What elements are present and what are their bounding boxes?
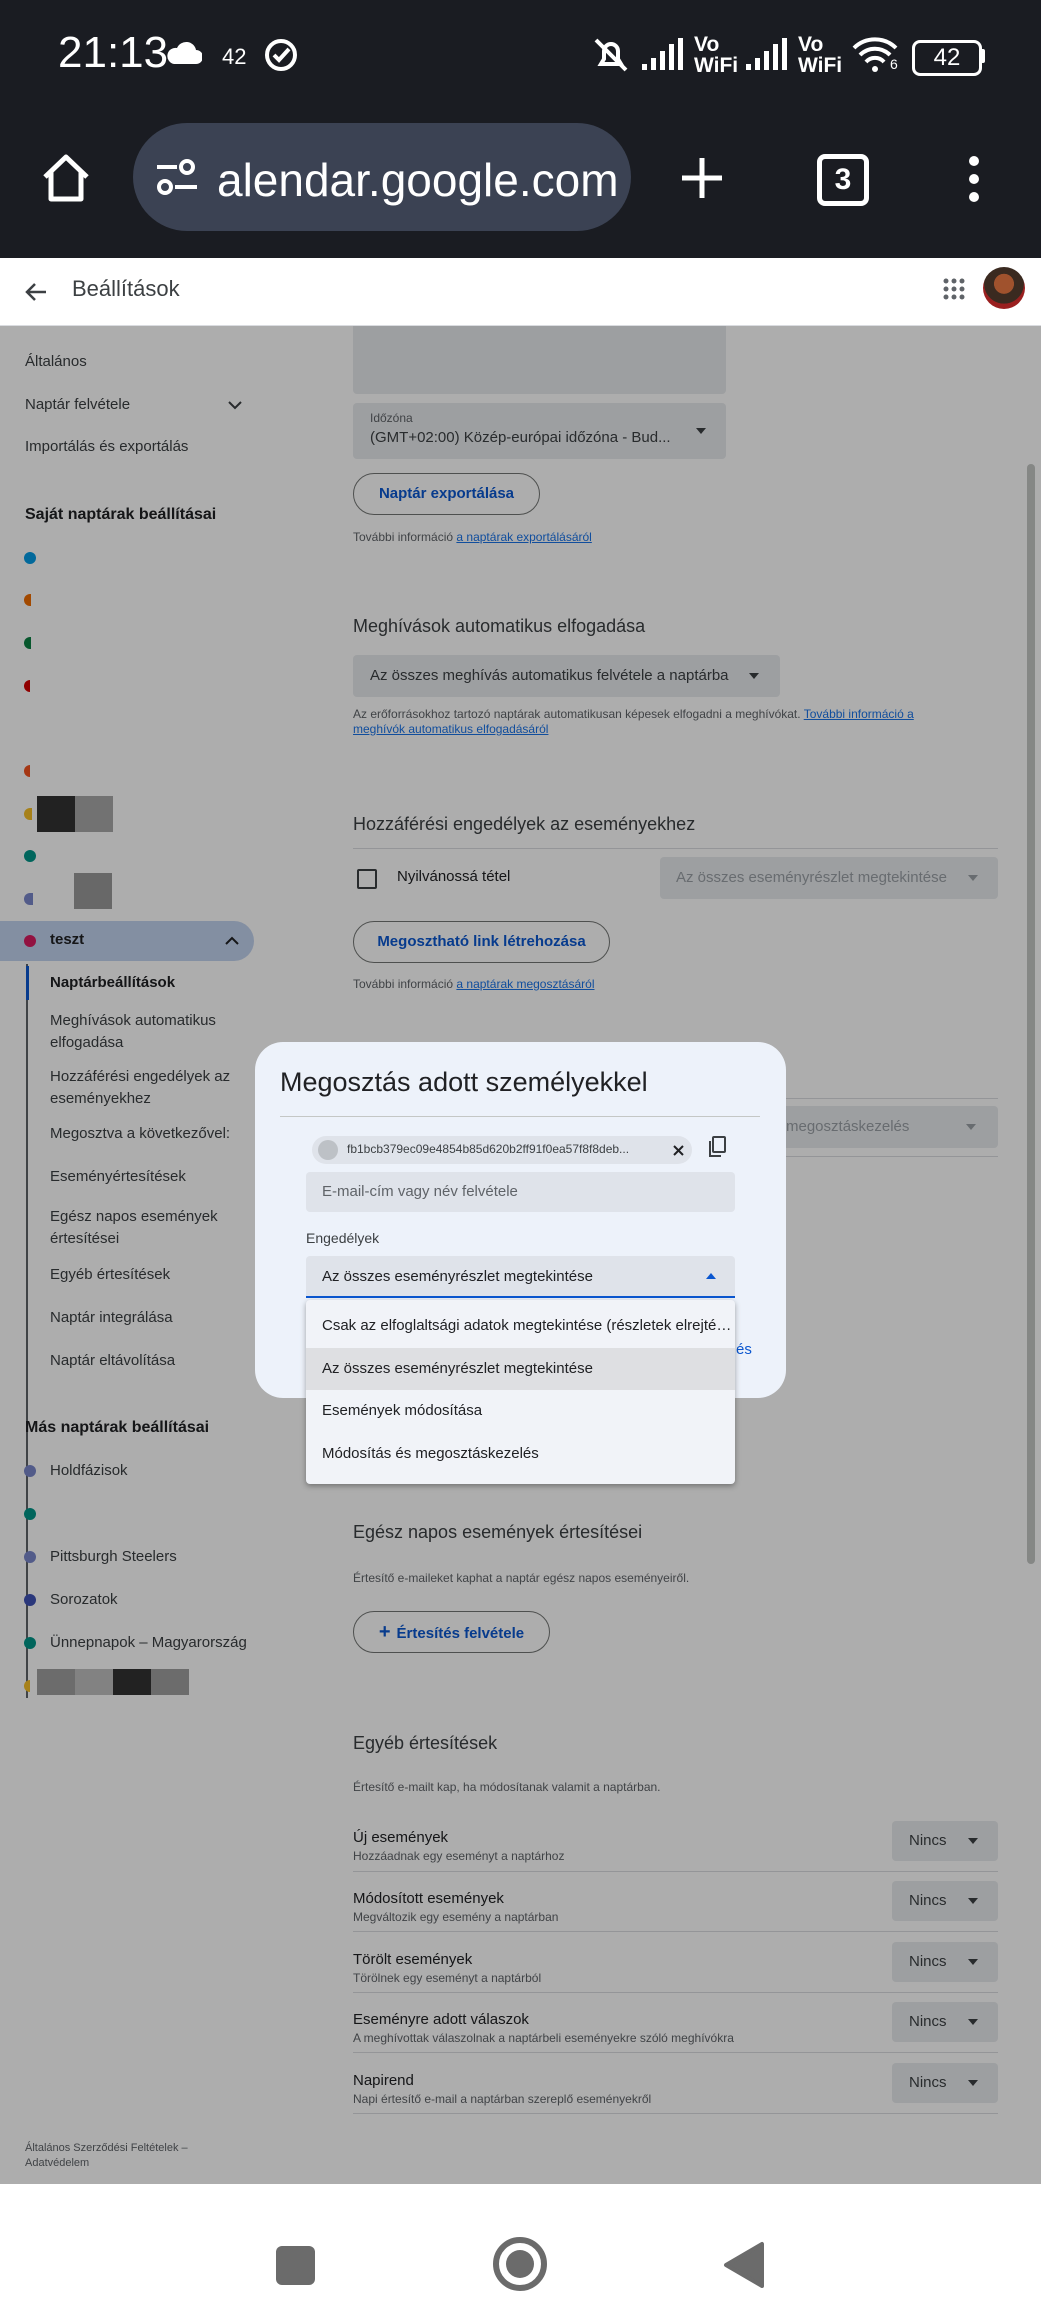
page-title: Beállítások [72, 276, 180, 301]
recipient-chip[interactable]: fb1bcb379ec09e4854b85d620b2ff91f0ea57f8f… [312, 1136, 692, 1164]
menu-option-free-busy[interactable]: Csak az elfoglaltsági adatok megtekintés… [306, 1305, 735, 1347]
check-circle-icon [265, 39, 297, 71]
apps-grid-icon[interactable] [943, 278, 965, 300]
cloud-icon [167, 41, 202, 64]
battery-indicator: 42 [912, 40, 982, 76]
menu-option-manage-sharing[interactable]: Módosítás és megosztáskezelés [306, 1433, 735, 1475]
permissions-select[interactable]: Az összes eseményrészlet megtekintése [306, 1256, 735, 1298]
person-icon [318, 1140, 338, 1160]
copy-icon[interactable] [708, 1136, 726, 1158]
avatar[interactable] [983, 267, 1025, 309]
permissions-value: Az összes eseményrészlet megtekintése [322, 1268, 593, 1285]
dropdown-arrow-up-icon [706, 1273, 716, 1279]
vowifi-label: Vo WiFi [694, 33, 739, 77]
app-header: Beállítások [0, 258, 1041, 326]
site-settings-icon[interactable] [155, 157, 199, 197]
add-person-input[interactable]: E-mail-cím vagy név felvétele [306, 1172, 735, 1212]
signal-icon [746, 38, 787, 70]
wifi-number: 6 [890, 56, 898, 72]
battery-level: 42 [933, 44, 961, 71]
bell-off-icon [594, 38, 628, 72]
new-tab-icon[interactable] [678, 154, 726, 202]
vowifi-label: Vo WiFi [798, 33, 843, 77]
permissions-menu: Csak az elfoglaltsági adatok megtekintés… [306, 1300, 735, 1484]
weather-value: 42 [222, 44, 247, 69]
back-button[interactable] [722, 2240, 766, 2290]
clock: 21:13 [58, 28, 169, 77]
tab-switcher-button[interactable]: 3 [817, 154, 869, 206]
status-bar: 21:13 42 Vo WiFi Vo WiFi 6 42 [0, 0, 1041, 118]
divider [280, 1116, 760, 1117]
recipient-chip-label: fb1bcb379ec09e4854b85d620b2ff91f0ea57f8f… [347, 1142, 630, 1156]
url-text: alendar.google.com [217, 154, 619, 206]
add-person-placeholder: E-mail-cím vagy név felvétele [322, 1183, 518, 1200]
close-icon[interactable] [673, 1145, 684, 1156]
tab-count: 3 [834, 163, 852, 196]
menu-option-all-details[interactable]: Az összes eseményrészlet megtekintése [306, 1348, 735, 1390]
battery-tip [980, 49, 985, 63]
dialog-title: Megosztás adott személyekkel [280, 1067, 648, 1097]
permissions-label: Engedélyek [306, 1230, 380, 1246]
address-bar[interactable]: alendar.google.com [133, 123, 631, 231]
system-navigation-bar [0, 2184, 1041, 2315]
menu-option-edit-events[interactable]: Események módosítása [306, 1390, 735, 1432]
browser-toolbar: alendar.google.com 3 [0, 118, 1041, 258]
signal-icon [642, 38, 683, 70]
home-button[interactable] [491, 2235, 549, 2293]
back-arrow-icon[interactable] [24, 280, 48, 304]
more-vert-icon[interactable] [960, 154, 988, 204]
home-icon[interactable] [40, 152, 92, 204]
recents-button[interactable] [276, 2246, 315, 2285]
dialog-action-button[interactable]: és [736, 1341, 752, 1358]
